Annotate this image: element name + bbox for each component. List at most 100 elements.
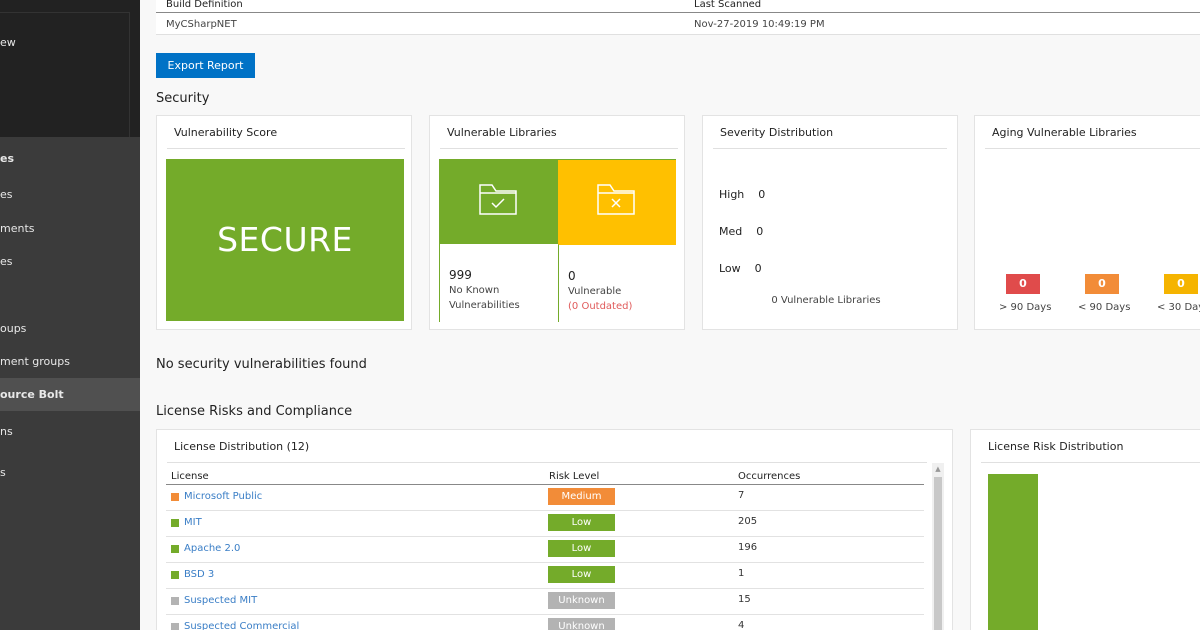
sidebar: ew es es ments es oups ment groups ource… [0,0,140,630]
severity-med-count: 0 [756,225,764,238]
sidebar-item-groups[interactable]: oups [0,312,140,345]
license-distribution-title: License Distribution (12) [174,440,310,453]
sidebar-item-overview[interactable]: ew [0,33,140,53]
table-row: Microsoft Public Medium 7 [166,484,924,510]
table-row: Suspected Commercial Unknown 4 [166,614,924,630]
license-color-swatch [171,597,179,605]
risk-level-badge: Low [548,566,615,583]
aging-libraries-card: Aging Vulnerable Libraries 0 > 90 Days 0… [974,115,1200,330]
scrollbar-thumb[interactable] [934,477,942,630]
sidebar-item-libraries[interactable]: es [0,142,140,175]
occurrences-column-header[interactable]: Occurrences [738,471,800,482]
occurrences-value: 15 [738,594,751,605]
sidebar-item-licenses[interactable]: es [0,178,140,211]
folder-x-icon [597,184,635,215]
card-divider [981,462,1200,463]
severity-med-row: Med 0 [719,225,763,238]
sidebar-item-policies[interactable]: es [0,245,140,278]
header-divider [156,12,1200,13]
card-divider [167,148,405,149]
vulnerable-libraries-title: Vulnerable Libraries [447,126,557,139]
table-row: MIT Low 205 [166,510,924,536]
risk-level-badge: Unknown [548,618,615,630]
export-report-button[interactable]: Export Report [156,53,255,78]
aging-over-90-count[interactable]: 0 [1006,274,1040,294]
vulnerable-libraries-summary: 0 Vulnerable (0 Outdated) [558,244,676,322]
last-scanned-value: Nov-27-2019 10:49:19 PM [694,19,825,30]
occurrences-value: 196 [738,542,758,553]
severity-high-count: 0 [758,188,766,201]
sidebar-nav: es es ments es oups ment groups ource Bo… [0,137,140,630]
severity-distribution-card: Severity Distribution High 0 Med 0 Low 0 0 … [702,115,958,330]
license-name-link[interactable]: Apache 2.0 [184,543,240,554]
table-row: Apache 2.0 Low 196 [166,536,924,562]
safe-libraries-count: 999 [449,268,472,282]
occurrences-value: 205 [738,516,758,527]
sidebar-item-source-bolt[interactable]: ource Bolt [0,378,140,411]
sidebar-top-panel: ew [0,0,140,137]
aging-under-90-label: < 90 Days [1078,302,1131,313]
outdated-libraries-label: (0 Outdated) [568,301,633,312]
severity-low-label: Low [719,262,741,275]
occurrences-value: 4 [738,620,745,630]
license-color-swatch [171,571,179,579]
aging-under-90-count[interactable]: 0 [1085,274,1119,294]
vulnerable-libraries-total: 0 Vulnerable Libraries [771,295,881,306]
license-color-swatch [171,545,179,553]
sidebar-project-panel: ew [0,12,130,137]
aging-under-30-count[interactable]: 0 [1164,274,1198,294]
occurrences-value: 7 [738,490,745,501]
license-distribution-card: License Distribution (12) License Risk L… [156,429,953,630]
sidebar-item-attachments[interactable]: ments [0,212,140,245]
severity-distribution-title: Severity Distribution [720,126,834,139]
build-definition-header: Build Definition [166,0,243,10]
sidebar-item-scans[interactable]: ns [0,415,140,448]
occurrences-value: 1 [738,568,745,579]
safe-libraries-summary: 999 No Known Vulnerabilities [440,244,558,322]
vulnerable-libraries-count: 0 [568,269,576,283]
aging-libraries-title: Aging Vulnerable Libraries [992,126,1137,139]
license-name-link[interactable]: BSD 3 [184,569,214,580]
scroll-up-arrow-icon[interactable]: ▲ [932,463,944,475]
license-table-scrollbar[interactable]: ▲ [932,463,944,630]
safe-libraries-label-line2: Vulnerabilities [449,300,520,311]
license-name-link[interactable]: MIT [184,517,202,528]
sidebar-item-deployment-groups[interactable]: ment groups [0,345,140,378]
vulnerability-score-card: Vulnerability Score SECURE [156,115,412,330]
license-name-link[interactable]: Suspected MIT [184,595,257,606]
table-row: Suspected MIT Unknown 15 [166,588,924,614]
card-divider [167,462,927,463]
aging-over-90-label: > 90 Days [999,302,1052,313]
severity-low-count: 0 [754,262,762,275]
vulnerable-libraries-tile[interactable] [558,160,676,244]
sidebar-item-settings[interactable]: s [0,456,140,489]
license-section-title: License Risks and Compliance [156,404,353,419]
license-risk-distribution-title: License Risk Distribution [988,440,1124,453]
risk-level-badge: Low [548,514,615,531]
build-info-table: Build Definition Last Scanned MyCSharpNE… [156,0,1200,35]
severity-low-row: Low 0 [719,262,762,275]
low-risk-bar [988,474,1038,630]
secure-status-tile: SECURE [166,159,404,321]
license-name-link[interactable]: Microsoft Public [184,491,262,502]
card-divider [440,148,678,149]
build-definition-value: MyCSharpNET [166,19,237,30]
risk-level-column-header[interactable]: Risk Level [549,471,599,482]
risk-level-badge: Unknown [548,592,615,609]
safe-libraries-label-line1: No Known [449,285,500,296]
vulnerable-libraries-card: Vulnerable Libraries 999 No Known Vulner… [429,115,685,330]
main-content: Build Definition Last Scanned MyCSharpNE… [140,0,1200,630]
license-color-swatch [171,493,179,501]
last-scanned-header: Last Scanned [694,0,762,10]
libraries-tiles: 999 No Known Vulnerabilities 0 Vulnerabl… [439,159,676,322]
security-status-message: No security vulnerabilities found [156,357,367,372]
aging-under-30-label: < 30 Days [1157,302,1200,313]
table-row: BSD 3 Low 1 [166,562,924,588]
card-divider [713,148,947,149]
severity-high-label: High [719,188,745,201]
card-divider [985,148,1200,149]
vulnerable-libraries-label-line1: Vulnerable [568,286,622,297]
license-name-link[interactable]: Suspected Commercial [184,621,299,630]
license-column-header[interactable]: License [171,471,209,482]
safe-libraries-tile[interactable] [440,160,558,244]
